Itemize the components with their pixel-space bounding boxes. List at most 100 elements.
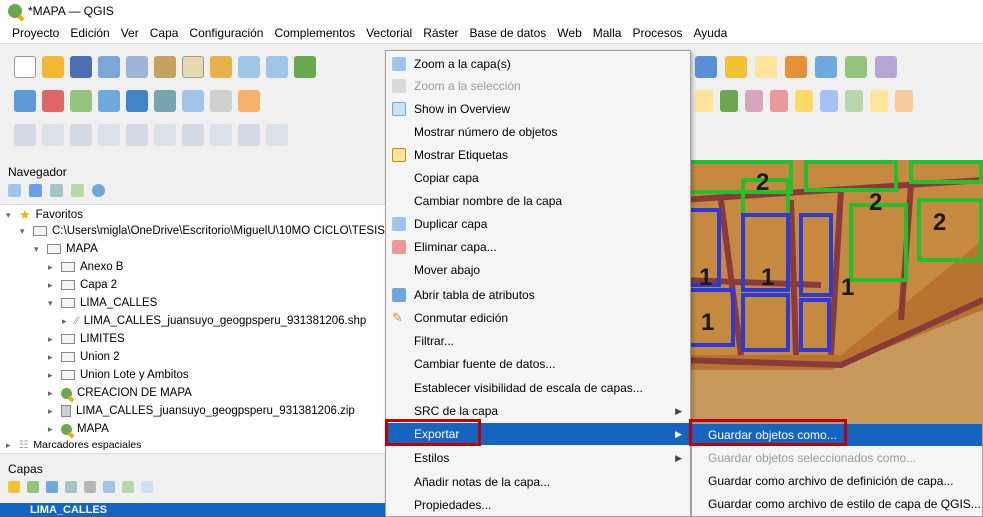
- expand-arrow-icon[interactable]: ▸: [48, 424, 56, 435]
- submenu-item-save-qgis-style[interactable]: Guardar como archivo de estilo de capa d…: [692, 493, 982, 515]
- label-tool-icon[interactable]: [695, 90, 713, 112]
- menu-ver[interactable]: Ver: [121, 26, 139, 40]
- menu-raster[interactable]: Ráster: [423, 26, 458, 40]
- expand-arrow-icon[interactable]: ▸: [48, 406, 56, 417]
- menu-vectorial[interactable]: Vectorial: [366, 26, 412, 40]
- info-icon[interactable]: [92, 184, 105, 197]
- menu-capa[interactable]: Capa: [150, 26, 179, 40]
- vertex-tool-icon[interactable]: [42, 124, 64, 146]
- layout-manager-icon[interactable]: [126, 56, 148, 78]
- add-feature-icon[interactable]: [14, 124, 36, 146]
- menu-item-add-layer-notes[interactable]: Añadir notas de la capa...: [386, 471, 690, 493]
- menu-item-move-down[interactable]: Mover abajo: [386, 259, 690, 281]
- reshape-icon[interactable]: [266, 124, 288, 146]
- expand-arrow-icon[interactable]: ▸: [48, 280, 56, 291]
- menu-item-attribute-table[interactable]: Abrir tabla de atributos: [386, 284, 690, 306]
- cut-features-icon[interactable]: [70, 124, 92, 146]
- submenu-item-save-features-as[interactable]: Guardar objetos como...: [692, 424, 982, 446]
- menu-item-zoom-layer[interactable]: Zoom a la capa(s): [386, 53, 690, 75]
- menu-item-show-overview[interactable]: Show in Overview: [386, 98, 690, 120]
- pan-to-selection-icon[interactable]: [210, 56, 232, 78]
- undo-icon[interactable]: [154, 124, 176, 146]
- diagram-icon[interactable]: [720, 90, 738, 112]
- tree-item-folder-path[interactable]: ▾ C:\Users\migla\OneDrive\Escritorio\Mig…: [20, 223, 388, 239]
- data-source-manager-icon[interactable]: [14, 90, 36, 112]
- label-properties-icon[interactable]: [895, 90, 913, 112]
- menu-configuracion[interactable]: Configuración: [189, 26, 263, 40]
- layer-item-lima-calles[interactable]: LIMA_CALLES: [0, 503, 385, 517]
- split-features-icon[interactable]: [238, 124, 260, 146]
- edit-pencil-icon[interactable]: [238, 90, 260, 112]
- menu-base-de-datos[interactable]: Base de datos: [470, 26, 547, 40]
- menu-complementos[interactable]: Complementos: [274, 26, 355, 40]
- style-panel-icon[interactable]: [8, 481, 20, 493]
- expand-arrow-icon[interactable]: ▸: [48, 262, 56, 273]
- tree-item-limites[interactable]: ▸ LIMITES: [48, 331, 125, 347]
- add-group-icon[interactable]: [27, 481, 39, 493]
- expand-arrow-icon[interactable]: ▸: [48, 370, 56, 381]
- save-project-icon[interactable]: [70, 56, 92, 78]
- menu-web[interactable]: Web: [557, 26, 581, 40]
- expand-arrow-icon[interactable]: ▸: [48, 388, 56, 399]
- collapse-all-icon[interactable]: [71, 184, 84, 197]
- tree-item-lima-calles-zip[interactable]: ▸ LIMA_CALLES_juansuyo_geogpsperu_931381…: [48, 403, 355, 419]
- select-features-icon[interactable]: [725, 56, 747, 78]
- add-raster-icon[interactable]: [154, 90, 176, 112]
- collapse-arrow-icon[interactable]: ▾: [20, 226, 28, 237]
- field-calculator-icon[interactable]: [845, 56, 867, 78]
- menu-item-filter[interactable]: Filtrar...: [386, 330, 690, 352]
- pan-icon[interactable]: [182, 56, 204, 78]
- manage-themes-icon[interactable]: [46, 481, 58, 493]
- menu-ayuda[interactable]: Ayuda: [693, 26, 727, 40]
- new-project-icon[interactable]: [14, 56, 36, 78]
- open-project-icon[interactable]: [42, 56, 64, 78]
- tree-item-mapa-project[interactable]: ▸ MAPA: [48, 421, 109, 437]
- add-postgis-icon[interactable]: [126, 90, 148, 112]
- menu-item-properties[interactable]: Propiedades...: [386, 494, 690, 516]
- menu-item-change-datasource[interactable]: Cambiar fuente de datos...: [386, 353, 690, 375]
- tree-item-union-lote[interactable]: ▸ Union Lote y Ambitos: [48, 367, 189, 383]
- zoom-in-icon[interactable]: [238, 56, 260, 78]
- measure-icon[interactable]: [875, 56, 897, 78]
- change-label-icon[interactable]: [870, 90, 888, 112]
- new-print-layout-icon[interactable]: [98, 56, 120, 78]
- move-label-icon[interactable]: [820, 90, 838, 112]
- menu-item-export[interactable]: Exportar ▶: [386, 423, 690, 445]
- menu-malla[interactable]: Malla: [593, 26, 622, 40]
- filter-browser-icon[interactable]: [50, 184, 63, 197]
- menu-item-zoom-selection[interactable]: Zoom a la selección: [386, 75, 690, 97]
- tree-item-capa-2[interactable]: ▸ Capa 2: [48, 277, 117, 293]
- expand-arrow-icon[interactable]: ▸: [48, 334, 56, 345]
- add-delimited-text-icon[interactable]: [70, 90, 92, 112]
- menu-procesos[interactable]: Procesos: [632, 26, 682, 40]
- submenu-item-save-selected-as[interactable]: Guardar objetos seleccionados como...: [692, 447, 982, 469]
- tree-item-union-2[interactable]: ▸ Union 2: [48, 349, 120, 365]
- select-by-value-icon[interactable]: [755, 56, 777, 78]
- collapse-all-layers-icon[interactable]: [122, 481, 134, 493]
- show-hide-label-icon[interactable]: [795, 90, 813, 112]
- tree-item-lima-calles-folder[interactable]: ▾ LIMA_CALLES: [48, 295, 157, 311]
- menu-item-remove-layer[interactable]: Eliminar capa...: [386, 236, 690, 258]
- highlight-label-icon[interactable]: [745, 90, 763, 112]
- tree-item-creacion-de-mapa[interactable]: ▸ CREACION DE MAPA: [48, 385, 192, 401]
- pin-label-icon[interactable]: [770, 90, 788, 112]
- menu-item-show-feature-count[interactable]: Mostrar número de objetos: [386, 121, 690, 143]
- zoom-out-icon[interactable]: [266, 56, 288, 78]
- map-canvas[interactable]: 2 2 2 1 1 1 1: [681, 160, 983, 460]
- tree-item-anexo-b[interactable]: ▸ Anexo B: [48, 259, 123, 275]
- identify-icon[interactable]: [815, 56, 837, 78]
- redo-icon[interactable]: [182, 124, 204, 146]
- expand-arrow-icon[interactable]: ▸: [62, 316, 70, 327]
- refresh-icon[interactable]: [695, 56, 717, 78]
- zoom-full-icon[interactable]: [294, 56, 316, 78]
- expand-all-icon[interactable]: [103, 481, 115, 493]
- tree-item-lima-calles-shp[interactable]: ▸ ⁄⁄ LIMA_CALLES_juansuyo_geogpsperu_931…: [62, 313, 366, 329]
- remove-layer-icon[interactable]: [141, 481, 153, 493]
- collapse-arrow-icon[interactable]: ▾: [6, 210, 14, 221]
- tree-item-marcadores[interactable]: ▸ ☷ Marcadores espaciales: [6, 437, 141, 453]
- expand-arrow-icon[interactable]: ▸: [48, 352, 56, 363]
- filter-legend-icon[interactable]: [65, 481, 77, 493]
- menu-proyecto[interactable]: Proyecto: [12, 26, 59, 40]
- digitize-icon[interactable]: [210, 90, 232, 112]
- filter-expression-icon[interactable]: [84, 481, 96, 493]
